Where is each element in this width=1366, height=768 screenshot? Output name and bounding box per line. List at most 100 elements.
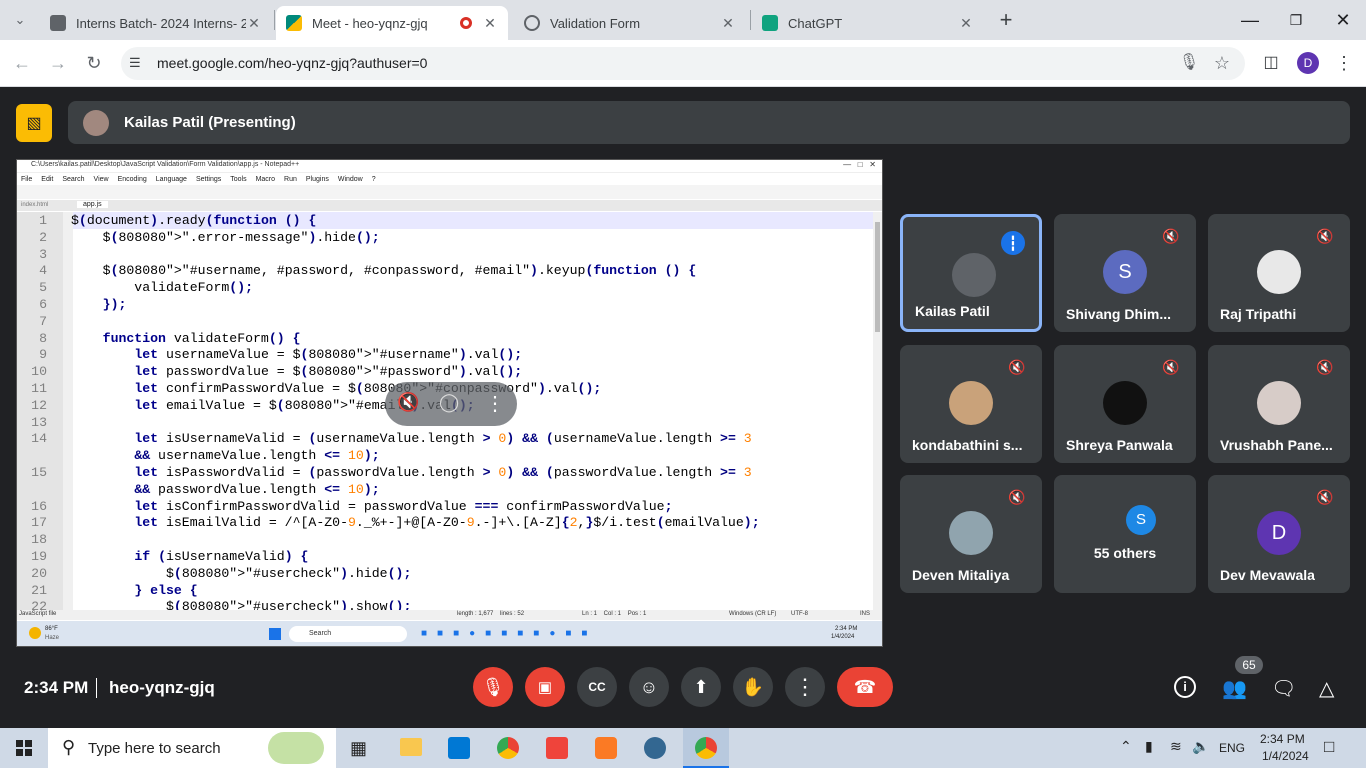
code-line[interactable]: $(document).ready(function () { — [71, 213, 871, 230]
code-line[interactable]: let isPasswordValid = (passwordValue.len… — [71, 465, 871, 482]
language-indicator[interactable]: ENG — [1219, 741, 1245, 755]
menu-item[interactable]: ? — [372, 176, 376, 183]
camera-toggle-button[interactable]: ▣ — [525, 667, 565, 707]
chat-icon[interactable]: 🗨 — [1271, 676, 1296, 701]
participant-tile[interactable]: S 🔇 Shivang Dhim... — [1054, 214, 1196, 332]
participant-tile[interactable]: 🔇 kondabathini s... — [900, 345, 1042, 463]
menu-item[interactable]: Plugins — [306, 176, 329, 183]
side-panel-icon[interactable]: ◫ — [1259, 51, 1283, 75]
code-line[interactable]: let isUsernameValid = (usernameValue.len… — [71, 431, 871, 448]
code-line[interactable]: function validateForm() { — [71, 331, 871, 348]
battery-icon[interactable]: ▮ — [1145, 738, 1153, 755]
code-line[interactable]: if (isUsernameValid) { — [71, 549, 871, 566]
wifi-icon[interactable]: ≋ — [1170, 738, 1182, 755]
chrome-active-app[interactable] — [683, 728, 729, 768]
present-screen-button[interactable]: ⬆ — [681, 667, 721, 707]
raise-hand-button[interactable]: ✋ — [733, 667, 773, 707]
emoji-reaction-button[interactable]: ☺ — [629, 667, 669, 707]
menu-item[interactable]: View — [94, 176, 109, 183]
code-line[interactable]: let isEmailValid = /^[A-Z0-9._%+-]+@[A-Z… — [71, 515, 871, 532]
more-options-icon[interactable]: ⋮ — [485, 391, 505, 416]
activities-icon[interactable]: △ — [1319, 676, 1334, 701]
code-line[interactable]: let usernameValue = $(808080">"#username… — [71, 347, 871, 364]
code-line[interactable]: validateForm(); — [71, 280, 871, 297]
microphone-icon[interactable]: 🎙 — [1177, 51, 1201, 75]
code-line[interactable]: && usernameValue.length <= 10); — [71, 448, 871, 465]
participant-tile[interactable]: 🔇 Deven Mitaliya — [900, 475, 1042, 593]
code-line[interactable]: } else { — [71, 583, 871, 600]
postgresql-icon[interactable] — [644, 737, 666, 759]
code-line[interactable] — [71, 247, 871, 264]
microphone-toggle-button[interactable]: 🎙 — [473, 667, 513, 707]
menu-item[interactable]: Language — [156, 176, 187, 183]
close-tab-icon[interactable]: ✕ — [720, 15, 736, 32]
back-icon[interactable]: ← — [10, 51, 34, 75]
code-line[interactable] — [71, 314, 871, 331]
volume-icon[interactable]: 🔈 — [1192, 738, 1209, 755]
minimize-icon[interactable]: — — [1238, 8, 1262, 32]
menu-item[interactable]: Macro — [256, 176, 275, 183]
participant-tile[interactable]: D 🔇 Dev Mevawala — [1208, 475, 1350, 593]
show-hidden-icons[interactable]: ⌃ — [1120, 738, 1132, 755]
code-line[interactable]: }); — [71, 297, 871, 314]
code-line[interactable] — [71, 532, 871, 549]
bookmark-star-icon[interactable]: ☆ — [1210, 51, 1234, 75]
menu-item[interactable]: Settings — [196, 176, 221, 183]
code-line[interactable]: let isConfirmPasswordValid = passwordVal… — [71, 499, 871, 516]
clock-time[interactable]: 2:34 PM — [1260, 732, 1305, 746]
xampp-icon[interactable] — [595, 737, 617, 759]
participant-tile[interactable]: 🔇 Shreya Panwala — [1054, 345, 1196, 463]
vertical-scrollbar[interactable] — [873, 212, 882, 610]
url-text[interactable]: meet.google.com/heo-yqnz-gjq?authuser=0 — [157, 55, 427, 71]
file-explorer-icon[interactable] — [400, 738, 422, 756]
tab-app-js[interactable]: app.js — [77, 201, 108, 208]
clock-date[interactable]: 1/4/2024 — [1262, 749, 1309, 763]
people-icon[interactable]: 👥 — [1222, 676, 1247, 701]
reload-icon[interactable]: ↻ — [82, 51, 106, 75]
restore-icon[interactable]: ❐ — [1284, 8, 1308, 32]
participant-tile[interactable]: 🔇 Vrushabh Pane... — [1208, 345, 1350, 463]
close-tab-icon[interactable]: ✕ — [482, 15, 498, 32]
code-line[interactable]: $(808080">"#username, #password, #conpas… — [71, 263, 871, 280]
close-window-icon[interactable]: ✕ — [1331, 8, 1355, 32]
chrome-icon[interactable] — [497, 737, 519, 759]
menu-item[interactable]: File — [21, 176, 32, 183]
close-tab-icon[interactable]: ✕ — [246, 15, 262, 32]
code-line[interactable]: $(808080">"#usercheck").hide(); — [71, 566, 871, 583]
vscode-icon[interactable] — [448, 737, 470, 759]
close-tab-icon[interactable]: ✕ — [958, 15, 974, 32]
participant-tile[interactable]: 🔇 Raj Tripathi — [1208, 214, 1350, 332]
captions-button[interactable]: CC — [577, 667, 617, 707]
meeting-info-icon[interactable]: i — [1174, 676, 1196, 698]
menu-item[interactable]: Edit — [41, 176, 53, 183]
chrome-menu-icon[interactable]: ⋮ — [1332, 51, 1356, 75]
menu-item[interactable]: Tools — [230, 176, 246, 183]
tab-search-icon[interactable]: ⌄ — [8, 8, 32, 32]
windows-start-icon[interactable] — [16, 740, 32, 756]
profile-avatar[interactable]: D — [1297, 52, 1319, 74]
scrollbar-thumb[interactable] — [875, 222, 880, 332]
menu-item[interactable]: Window — [338, 176, 363, 183]
code-line[interactable]: && passwordValue.length <= 10); — [71, 482, 871, 499]
menu-item[interactable]: Run — [284, 176, 297, 183]
notifications-icon[interactable]: □ — [1324, 737, 1334, 757]
hide-audio-icon[interactable]: ◯ — [439, 392, 459, 413]
participant-tile[interactable]: S 55 others — [1054, 475, 1196, 593]
tab-interns-batch[interactable]: Interns Batch- 2024 Interns- 20 ✕ — [40, 6, 272, 40]
mute-presenter-icon[interactable]: 🔇 — [397, 392, 419, 413]
tab-validation-form[interactable]: Validation Form ✕ — [514, 6, 746, 40]
tab-index-html[interactable]: index.html — [21, 202, 48, 208]
tab-chatgpt[interactable]: ChatGPT ✕ — [752, 6, 984, 40]
taskbar-search-box[interactable]: ⚲ Type here to search — [48, 728, 336, 768]
code-line[interactable]: $(808080">".error-message").hide(); — [71, 230, 871, 247]
address-bar[interactable]: ☰ meet.google.com/heo-yqnz-gjq?authuser=… — [121, 47, 1245, 80]
stop-presenting-icon[interactable]: ▧ — [16, 104, 52, 142]
tab-meet[interactable]: Meet - heo-yqnz-gjq ✕ — [276, 6, 508, 40]
menu-item[interactable]: Search — [62, 176, 84, 183]
code-line[interactable]: let passwordValue = $(808080">"#password… — [71, 364, 871, 381]
leave-call-button[interactable]: ☎ — [837, 667, 893, 707]
participant-tile[interactable]: ┇ Kailas Patil — [900, 214, 1042, 332]
menu-item[interactable]: Encoding — [118, 176, 147, 183]
more-options-button[interactable]: ⋮ — [785, 667, 825, 707]
anydesk-icon[interactable] — [546, 737, 568, 759]
